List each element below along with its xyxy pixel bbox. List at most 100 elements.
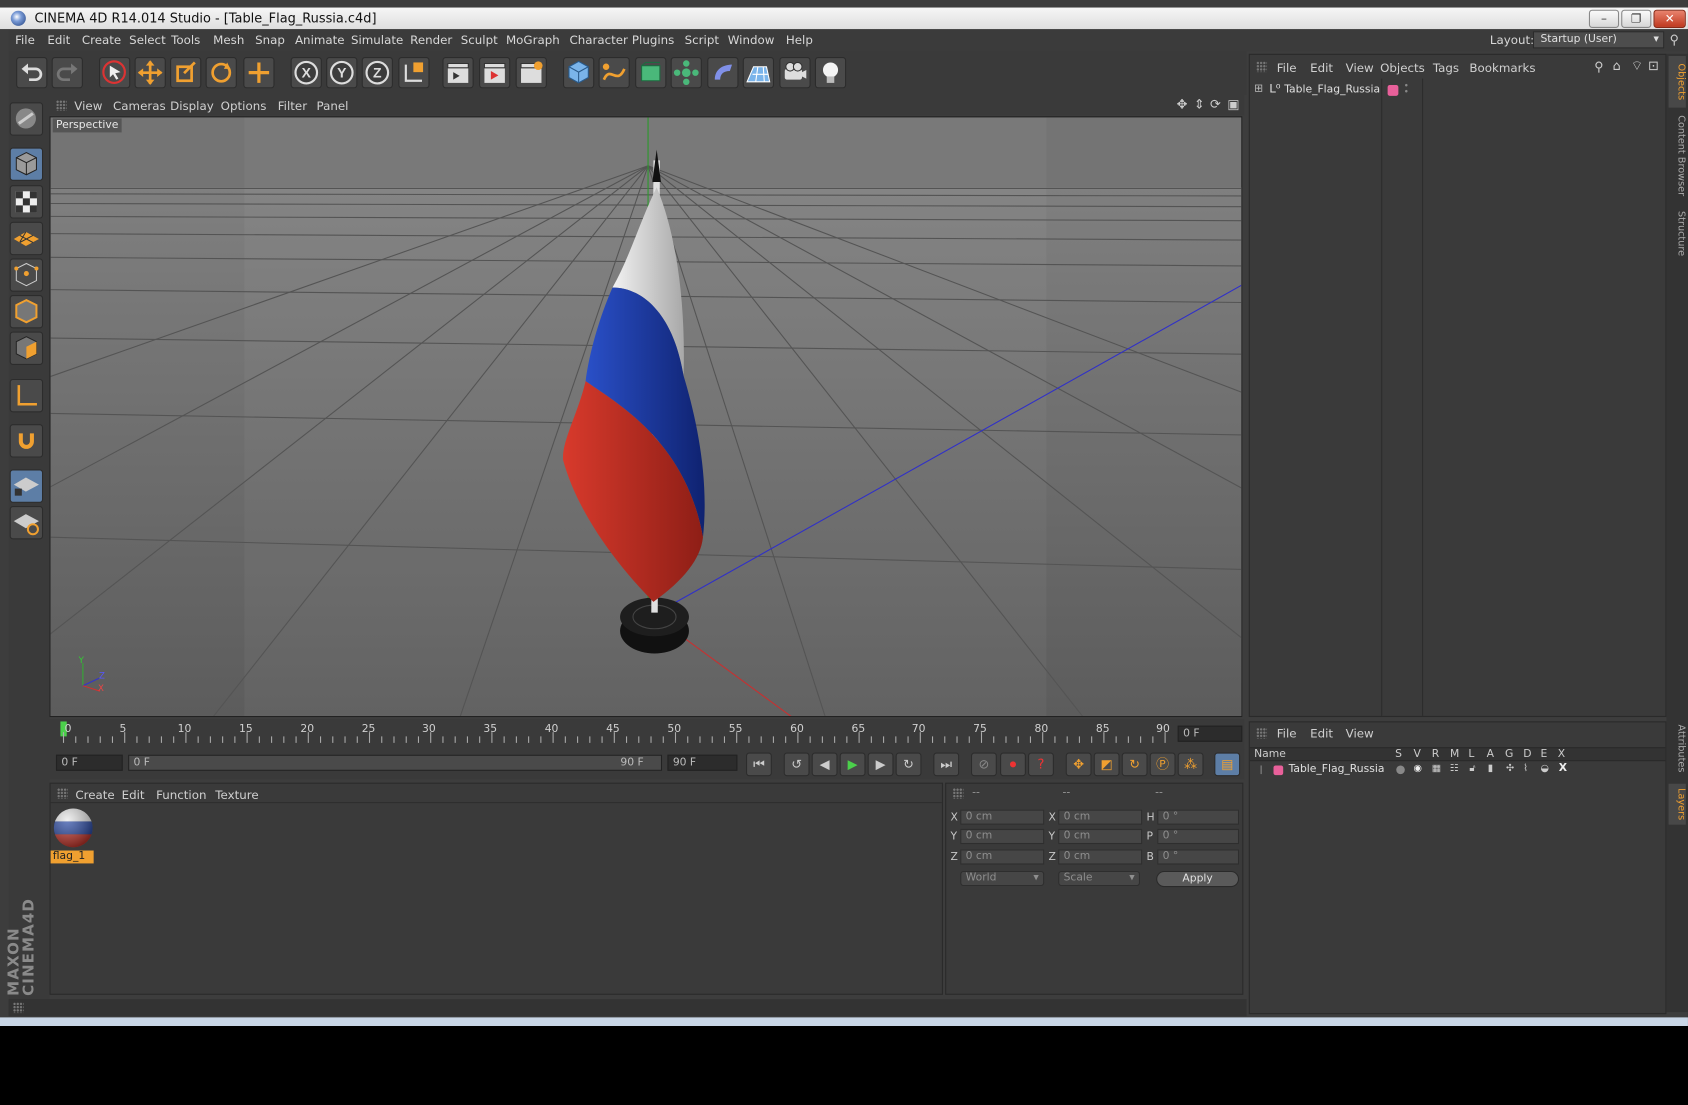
- tab-layers[interactable]: Layers: [1668, 783, 1686, 825]
- menu-help[interactable]: Help: [786, 33, 813, 47]
- material-menu-function[interactable]: Function: [156, 788, 206, 802]
- perspective-viewport[interactable]: Perspective Y Z X: [49, 116, 1243, 718]
- timeline-ruler[interactable]: [49, 719, 1245, 750]
- coordinate-space-select[interactable]: World ▾: [960, 870, 1045, 887]
- panel-grip-icon[interactable]: [952, 788, 964, 799]
- workplane-mode-button[interactable]: [9, 221, 44, 256]
- menu-character[interactable]: Character: [569, 33, 627, 47]
- material-menu-edit[interactable]: Edit: [122, 788, 145, 802]
- spline-button[interactable]: [598, 57, 630, 89]
- object-menu-tags[interactable]: Tags: [1433, 61, 1459, 75]
- expand-icon[interactable]: ⊞: [1254, 83, 1263, 95]
- key-position-button[interactable]: ✥: [1065, 752, 1092, 777]
- menu-create[interactable]: Create: [82, 33, 121, 47]
- col-render[interactable]: R: [1432, 748, 1439, 760]
- menu-sculpt[interactable]: Sculpt: [461, 33, 498, 47]
- material-menu-texture[interactable]: Texture: [215, 788, 258, 802]
- minimize-button[interactable]: –: [1588, 9, 1620, 28]
- object-name[interactable]: Table_Flag_Russia: [1284, 84, 1380, 96]
- array-button[interactable]: [670, 57, 702, 89]
- keyframe-selection-button[interactable]: ?: [1028, 752, 1054, 777]
- new-window-icon[interactable]: ⊡: [1648, 58, 1659, 73]
- size-x-field[interactable]: 0 cm: [1058, 809, 1143, 825]
- x-axis-button[interactable]: X: [290, 57, 322, 89]
- lock-icon[interactable]: 🔓︎: [1469, 763, 1475, 774]
- texture-mode-button[interactable]: [9, 185, 44, 219]
- visibility-dots-icon[interactable]: • •: [1404, 81, 1409, 96]
- object-menu-objects[interactable]: Objects: [1380, 61, 1425, 75]
- layer-color-swatch[interactable]: [1273, 765, 1284, 776]
- expression-icon[interactable]: ◒: [1540, 763, 1548, 774]
- camera-button[interactable]: [779, 57, 811, 89]
- viewport-maximize-icon[interactable]: ▣: [1227, 97, 1239, 112]
- render-settings-button[interactable]: [515, 57, 547, 89]
- search-icon[interactable]: ⚲: [1670, 32, 1679, 47]
- material-menu-create[interactable]: Create: [75, 788, 114, 802]
- redo-button[interactable]: [51, 57, 83, 89]
- viewport-menu-filter[interactable]: Filter: [278, 99, 307, 113]
- menu-mograph[interactable]: MoGraph: [506, 33, 560, 47]
- max-frame-field[interactable]: 90 F: [667, 754, 738, 771]
- tab-content-browser[interactable]: Content Browser: [1669, 112, 1686, 200]
- model-mode-button[interactable]: [9, 147, 44, 181]
- layer-menu-file[interactable]: File: [1277, 727, 1297, 741]
- key-pla-button[interactable]: ⁂: [1177, 752, 1204, 777]
- col-locked[interactable]: L: [1468, 748, 1474, 760]
- pos-x-field[interactable]: 0 cm: [960, 809, 1045, 825]
- rot-p-field[interactable]: 0 °: [1157, 828, 1240, 845]
- rot-h-field[interactable]: 0 °: [1157, 809, 1240, 825]
- light-button[interactable]: [814, 57, 847, 89]
- menu-edit[interactable]: Edit: [47, 33, 70, 47]
- auto-keying-button[interactable]: ⏺: [1000, 752, 1026, 777]
- current-frame-field[interactable]: 0 F: [55, 754, 123, 771]
- timeline-layout-button[interactable]: ▤: [1214, 752, 1241, 777]
- rotate-button[interactable]: [205, 57, 237, 89]
- next-frame-button[interactable]: ▶: [867, 752, 894, 777]
- col-name[interactable]: Name: [1254, 748, 1286, 760]
- layer-name[interactable]: Table_Flag_Russia: [1289, 763, 1385, 775]
- layer-color-swatch[interactable]: [1387, 85, 1399, 96]
- menu-window[interactable]: Window: [728, 33, 775, 47]
- object-row[interactable]: ⊞ L⁰ Table_Flag_Russia • •: [1250, 81, 1666, 100]
- panel-grip-icon[interactable]: [1256, 61, 1268, 73]
- layer-menu-edit[interactable]: Edit: [1310, 727, 1333, 741]
- move-button[interactable]: [134, 57, 166, 89]
- scale-button[interactable]: [170, 57, 202, 89]
- xref-icon[interactable]: X: [1559, 762, 1567, 774]
- layer-row[interactable]: Table_Flag_Russia ◉ ▦ ☷ 🔓︎ ▮ ✣ ⌇ ◒ X: [1250, 762, 1666, 779]
- menu-animate[interactable]: Animate: [295, 33, 345, 47]
- menu-file[interactable]: File: [15, 33, 35, 47]
- col-xref[interactable]: X: [1558, 748, 1565, 760]
- viewport-move-icon[interactable]: ✥: [1177, 97, 1188, 112]
- menu-render[interactable]: Render: [410, 33, 452, 47]
- edges-mode-button[interactable]: [9, 294, 44, 329]
- object-menu-edit[interactable]: Edit: [1310, 61, 1333, 75]
- home-icon[interactable]: ⌂: [1613, 58, 1621, 73]
- menu-simulate[interactable]: Simulate: [351, 33, 403, 47]
- cube-button[interactable]: [563, 57, 595, 89]
- size-z-field[interactable]: 0 cm: [1058, 849, 1143, 865]
- transform-button[interactable]: [243, 57, 275, 89]
- panel-grip-icon[interactable]: [1256, 727, 1268, 739]
- record-keys-button[interactable]: ⊘: [971, 752, 997, 777]
- col-solo[interactable]: S: [1395, 748, 1402, 760]
- axis-mode-button[interactable]: [9, 378, 44, 413]
- viewport-menu-display[interactable]: Display: [170, 99, 214, 113]
- object-menu-bookmarks[interactable]: Bookmarks: [1469, 61, 1535, 75]
- floor-button[interactable]: [742, 57, 775, 89]
- viewport-rotate-icon[interactable]: ⟳: [1210, 97, 1221, 112]
- apply-button[interactable]: Apply: [1156, 870, 1240, 888]
- viewport-menu-cameras[interactable]: Cameras: [113, 99, 166, 113]
- render-view-button[interactable]: [442, 57, 474, 89]
- layout-select[interactable]: Startup (User) ▾: [1532, 31, 1665, 49]
- viewport-menu-panel[interactable]: Panel: [316, 99, 348, 113]
- polygons-mode-button[interactable]: [9, 331, 44, 365]
- rot-b-field[interactable]: 0 °: [1157, 849, 1240, 865]
- animation-icon[interactable]: ▮: [1488, 763, 1493, 774]
- viewport-menu-view[interactable]: View: [74, 99, 102, 113]
- restore-button[interactable]: ❐: [1621, 9, 1652, 28]
- col-generators[interactable]: G: [1505, 748, 1513, 760]
- layer-menu-view[interactable]: View: [1346, 727, 1374, 741]
- make-editable-button[interactable]: [9, 102, 44, 136]
- menu-script[interactable]: Script: [685, 33, 719, 47]
